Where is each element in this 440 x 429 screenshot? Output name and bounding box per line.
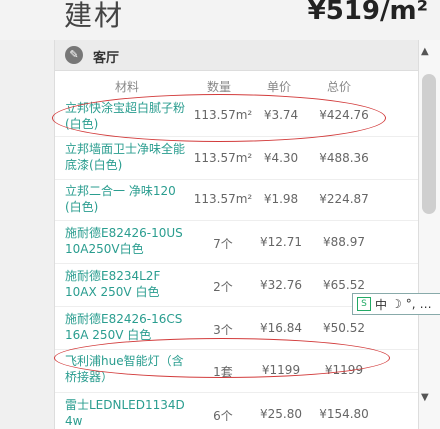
- material-total: ¥424.76: [319, 108, 369, 122]
- table-row[interactable]: 施耐德E82426-10US 10A250V白色 7个 ¥12.71 ¥88.9…: [55, 221, 419, 264]
- ime-toolbar[interactable]: S 中 ☽ °, …: [352, 293, 440, 315]
- material-unit-price: ¥16.84: [260, 321, 302, 335]
- material-qty: 113.57m²: [193, 108, 253, 122]
- room-header[interactable]: ✎ 客厅: [55, 40, 419, 71]
- material-total: ¥1199: [324, 363, 364, 377]
- material-total: ¥50.52: [323, 321, 365, 335]
- col-qty: 数量: [207, 80, 232, 94]
- material-unit-price: ¥12.71: [260, 235, 302, 249]
- ime-mode[interactable]: 中: [375, 296, 387, 313]
- material-name[interactable]: 施耐德E8234L2F 10AX 250V 白色: [65, 268, 193, 300]
- scrollbar-thumb[interactable]: [422, 74, 436, 214]
- room-name: 客厅: [93, 51, 120, 66]
- table-row[interactable]: 立邦快涂宝超白腻子粉(白色) 113.57m² ¥3.74 ¥424.76: [55, 96, 419, 137]
- material-unit-price: ¥1.98: [263, 192, 299, 206]
- col-total: 总价: [327, 80, 352, 94]
- page-header: 建材 ¥519/m²: [0, 0, 440, 40]
- material-name[interactable]: 飞利浦hue智能灯（含桥接器）: [65, 353, 193, 385]
- more-icon[interactable]: …: [420, 297, 432, 311]
- broom-icon: ✎: [65, 46, 83, 64]
- scroll-down-icon[interactable]: ▼: [421, 392, 429, 403]
- material-qty: 2个: [213, 280, 233, 294]
- material-qty: 113.57m²: [193, 192, 253, 206]
- price-per-sqm: ¥519/m²: [307, 0, 428, 26]
- ime-logo-icon: S: [357, 297, 371, 311]
- material-name[interactable]: 立邦墙面卫士净味全能底漆(白色): [65, 141, 193, 173]
- col-material: 材料: [115, 80, 140, 94]
- scroll-up-icon[interactable]: ▲: [421, 46, 429, 57]
- material-qty: 1套: [213, 365, 233, 379]
- material-total: ¥65.52: [323, 278, 365, 292]
- table-row[interactable]: 雷士LEDNLED1134D 4w 6个 ¥25.80 ¥154.80: [55, 393, 419, 429]
- material-name[interactable]: 施耐德E82426-10US 10A250V白色: [65, 225, 193, 257]
- materials-panel: ✎ 客厅 材料 数量 单价 总价 立邦快涂宝超白腻子粉(白色) 113.57m²…: [54, 40, 419, 429]
- material-name[interactable]: 雷士LEDNLED1134D 4w: [65, 397, 193, 429]
- material-unit-price: ¥32.76: [260, 278, 302, 292]
- material-total: ¥154.80: [319, 407, 369, 421]
- material-qty: 113.57m²: [193, 151, 253, 165]
- material-total: ¥88.97: [323, 235, 365, 249]
- material-unit-price: ¥1199: [261, 363, 301, 377]
- punctuation-icon[interactable]: °,: [406, 297, 416, 311]
- material-total: ¥488.36: [319, 151, 369, 165]
- material-name[interactable]: 施耐德E82426-16CS 16A 250V 白色: [65, 311, 193, 343]
- material-name[interactable]: 立邦快涂宝超白腻子粉(白色): [65, 100, 193, 132]
- material-qty: 6个: [213, 409, 233, 423]
- material-unit-price: ¥25.80: [260, 407, 302, 421]
- table-row[interactable]: 飞利浦hue智能灯（含桥接器） 1套 ¥1199 ¥1199: [55, 350, 419, 393]
- materials-list: 立邦快涂宝超白腻子粉(白色) 113.57m² ¥3.74 ¥424.76 立邦…: [55, 96, 419, 429]
- material-unit-price: ¥4.30: [263, 151, 299, 165]
- material-qty: 3个: [213, 323, 233, 337]
- col-unit-price: 单价: [267, 80, 292, 94]
- material-total: ¥224.87: [319, 192, 369, 206]
- material-unit-price: ¥3.74: [263, 108, 299, 122]
- material-name[interactable]: 立邦二合一 净味120 (白色): [65, 183, 193, 215]
- material-qty: 7个: [213, 237, 233, 251]
- page-title: 建材: [64, 0, 125, 32]
- moon-icon[interactable]: ☽: [391, 297, 402, 311]
- table-row[interactable]: 立邦二合一 净味120 (白色) 113.57m² ¥1.98 ¥224.87: [55, 180, 419, 221]
- table-row[interactable]: 立邦墙面卫士净味全能底漆(白色) 113.57m² ¥4.30 ¥488.36: [55, 137, 419, 180]
